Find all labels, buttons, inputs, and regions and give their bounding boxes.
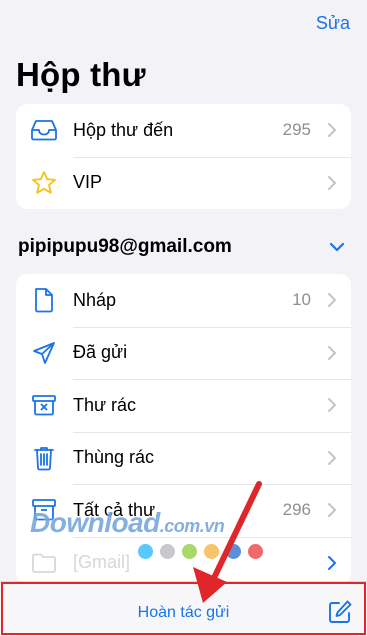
account-section-header[interactable]: pipipupu98@gmail.com: [18, 236, 351, 264]
chevron-right-icon: [328, 293, 336, 308]
bottom-toolbar: Hoàn tác gửi: [0, 581, 367, 636]
chevron-right-icon: [328, 175, 336, 190]
watermark-dot: [160, 544, 175, 559]
chevron-right-icon: [328, 450, 336, 465]
folder-row-drafts[interactable]: Nháp 10: [16, 274, 351, 327]
page-title: Hộp thư: [16, 56, 146, 93]
folder-label: Đã gửi: [73, 342, 128, 363]
chevron-down-icon: [329, 242, 345, 252]
inbox-icon: [30, 116, 58, 144]
watermark-dot: [226, 544, 241, 559]
folder-count: 10: [292, 290, 311, 310]
chevron-right-icon: [328, 345, 336, 360]
folder-count: 296: [282, 500, 311, 520]
folder-label: [Gmail]: [73, 552, 131, 573]
edit-button[interactable]: Sửa: [316, 13, 350, 34]
watermark-dot: [248, 544, 263, 559]
trash-icon: [30, 444, 58, 472]
folder-icon: [30, 549, 58, 577]
mailbox-label: VIP: [73, 172, 103, 193]
chevron-right-icon: [328, 555, 336, 570]
folder-row-sent[interactable]: Đã gửi: [16, 326, 351, 380]
mailbox-label: Hộp thư đến: [73, 119, 174, 140]
watermark-dot: [138, 544, 153, 559]
folder-label: Thư rác: [73, 394, 137, 415]
watermark-text: Download: [30, 507, 160, 538]
folder-row-junk[interactable]: Thư rác: [16, 379, 351, 432]
folder-label: Nháp: [73, 289, 117, 310]
folder-row-trash[interactable]: Thùng rác: [16, 431, 351, 485]
watermark-logo: Download.com.vn: [30, 507, 225, 539]
chevron-right-icon: [328, 398, 336, 413]
junk-icon: [30, 391, 58, 419]
star-icon: [30, 169, 58, 197]
undo-send-button[interactable]: Hoàn tác gửi: [0, 604, 367, 622]
mailbox-row-inbox[interactable]: Hộp thư đến 295: [16, 104, 351, 157]
paper-plane-icon: [30, 339, 58, 367]
watermark-dot: [204, 544, 219, 559]
unread-count: 295: [282, 120, 311, 140]
mailboxes-card: Hộp thư đến 295 VIP: [16, 104, 351, 209]
compose-icon[interactable]: [327, 599, 353, 625]
draft-icon: [30, 286, 58, 314]
chevron-right-icon: [328, 123, 336, 138]
folder-label: Thùng rác: [73, 447, 155, 468]
chevron-right-icon: [328, 503, 336, 518]
account-email: pipipupu98@gmail.com: [18, 236, 232, 257]
mailbox-row-vip[interactable]: VIP: [16, 156, 351, 210]
watermark-dots: [138, 544, 263, 559]
watermark-suffix: .com.vn: [159, 516, 225, 536]
watermark-dot: [182, 544, 197, 559]
navigation-bar: Sửa: [0, 0, 367, 50]
